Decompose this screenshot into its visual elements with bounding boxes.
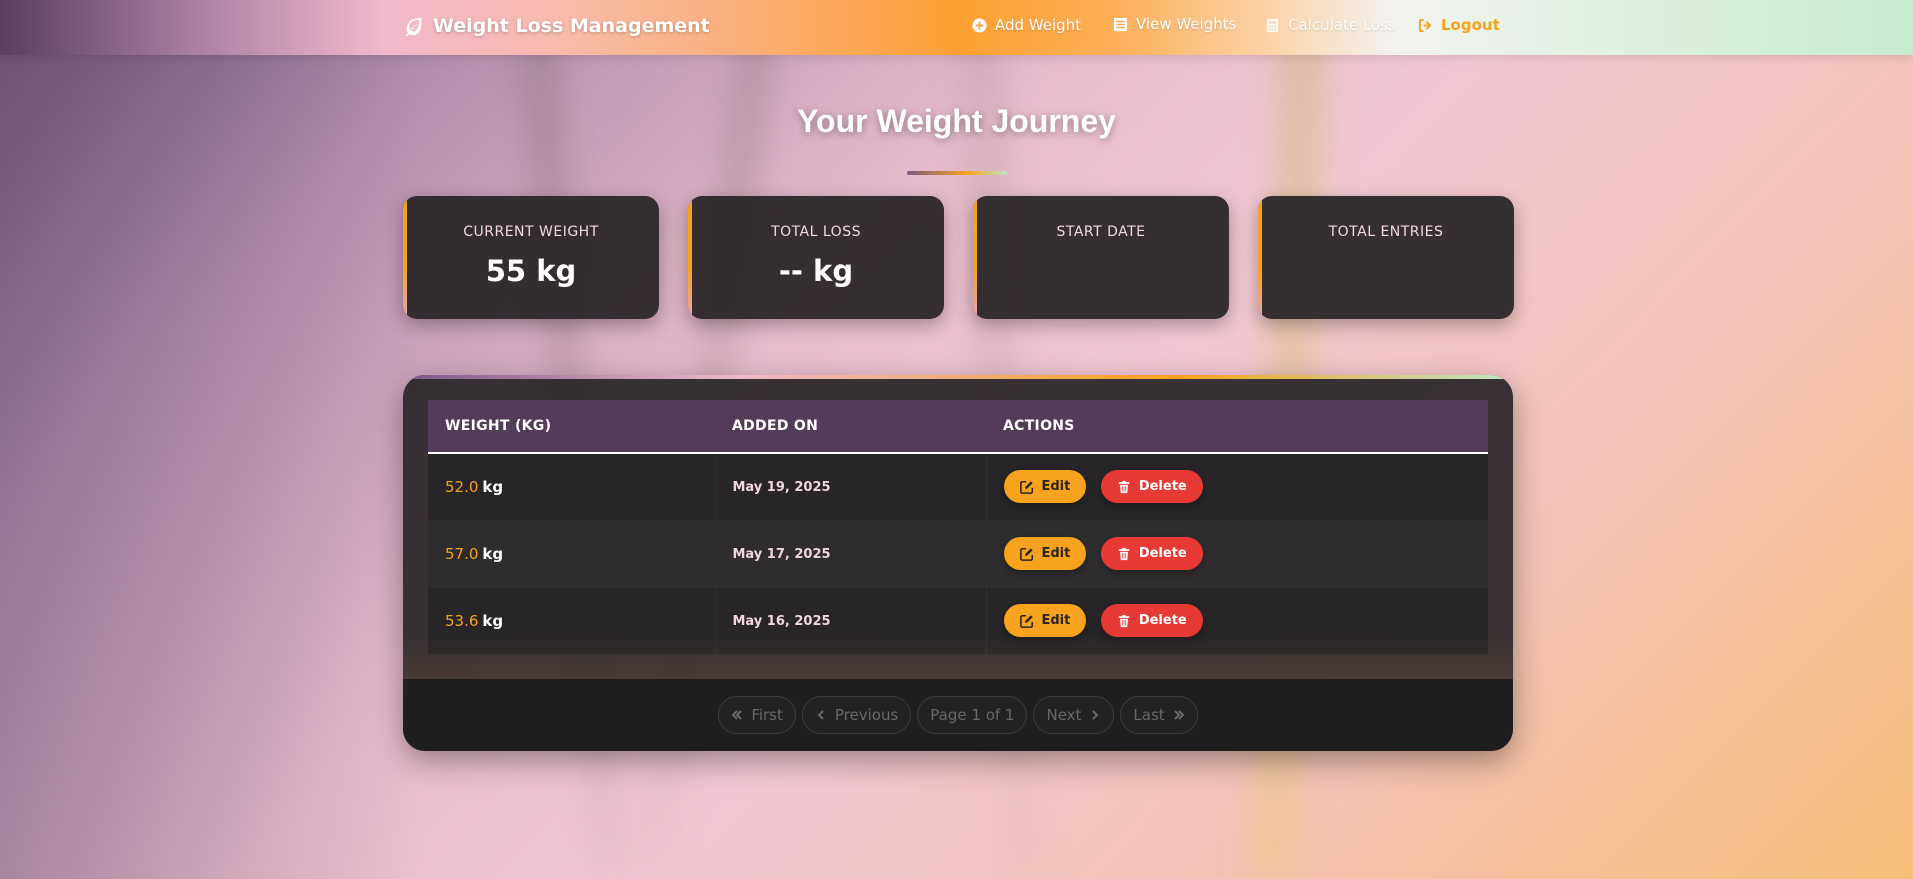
table-row: 57.0 kg May 17, 2025 Edit Delete [428,520,1488,588]
last-page-button[interactable]: Last [1120,696,1198,734]
weight-value: 57.0 [445,544,479,563]
edit-button-label: Edit [1041,546,1071,561]
weight-cell: 57.0 kg [428,520,716,588]
added-on-date: May 16, 2025 [732,613,831,629]
column-header-added-on: ADDED ON [715,400,986,454]
edit-button[interactable]: Edit [1003,604,1087,637]
edit-icon [1019,547,1033,561]
edit-button-label: Edit [1041,479,1071,495]
first-page-label: First [751,706,783,724]
delete-button-label: Delete [1138,479,1187,495]
page-indicator: Page 1 of 1 [917,696,1028,734]
column-header-actions: ACTIONS [986,400,1488,454]
nav-calculate-loss[interactable]: Calculate Loss [1265,16,1396,34]
list-icon [1113,17,1128,31]
stat-card-start-date: START DATE [973,196,1229,319]
trash-icon [1118,614,1130,627]
stat-label: START DATE [1056,224,1146,240]
last-page-label: Last [1133,706,1165,724]
stat-label: CURRENT WEIGHT [463,224,599,240]
weight-value: 52.0 [445,477,479,496]
stat-value: 55 kg [485,254,577,288]
page-info-label: Page 1 of 1 [930,706,1015,724]
column-header-weight: WEIGHT (KG) [428,400,715,454]
chevron-left-icon [817,710,824,720]
chevron-right-icon [1092,710,1099,720]
page-title: Your Weight Journey [797,103,1116,139]
sign-out-icon [1418,18,1432,32]
edit-button[interactable]: Edit [1003,537,1087,570]
delete-button[interactable]: Delete [1100,604,1203,637]
brand-link[interactable]: Weight Loss Management [403,15,710,37]
weight-unit: kg [482,477,504,496]
navbar: Weight Loss Management Add Weight View W… [0,0,1913,55]
table-row: 52.0 kg May 19, 2025 Edit Delete [428,453,1488,521]
leaf-icon [405,17,422,37]
weight-value: 53.6 [445,611,479,630]
previous-page-button[interactable]: Previous [801,696,912,734]
added-on-date: May 17, 2025 [732,546,831,562]
stat-card-total-loss: TOTAL LOSS -- kg [688,196,944,319]
added-on-date: May 19, 2025 [732,479,831,495]
delete-button-label: Delete [1138,546,1187,561]
edit-button-label: Edit [1041,613,1071,628]
plus-circle-icon [972,17,987,33]
nav-view-weights[interactable]: View Weights [1113,15,1236,33]
edit-icon [1019,614,1033,628]
double-chevron-right-icon [1173,710,1185,720]
stat-card-total-entries: TOTAL ENTRIES [1258,196,1514,319]
nav-view-weights-label: View Weights [1136,15,1237,33]
trash-icon [1118,480,1130,493]
double-chevron-left-icon [731,710,743,720]
stat-label: TOTAL ENTRIES [1328,224,1444,240]
actions-cell: Edit Delete [986,453,1488,521]
title-underline [907,171,1007,175]
calculator-icon [1266,18,1279,32]
weights-table-panel: WEIGHT (KG) ADDED ON ACTIONS 52.0 kg May … [403,375,1513,751]
pagination-bar: First Previous Page 1 of 1 Next Last [403,679,1513,751]
edit-icon [1019,480,1033,494]
stat-value: -- kg [778,254,854,288]
weight-cell: 52.0 kg [428,453,716,521]
delete-button-label: Delete [1138,613,1187,628]
brand-name: Weight Loss Management [433,15,710,37]
first-page-button[interactable]: First [718,696,796,734]
weight-unit: kg [482,544,504,563]
pagination: First Previous Page 1 of 1 Next Last [403,696,1513,734]
previous-page-label: Previous [834,706,899,724]
stat-label: TOTAL LOSS [771,224,861,240]
stat-card-current-weight: CURRENT WEIGHT 55 kg [403,196,659,319]
nav-logout[interactable]: Logout [1418,16,1500,34]
pager-glow [403,635,1513,679]
date-cell: May 19, 2025 [715,453,987,521]
weights-table: WEIGHT (KG) ADDED ON ACTIONS 52.0 kg May … [428,400,1488,655]
nav-logout-label: Logout [1441,16,1500,34]
weight-unit: kg [482,611,504,630]
trash-icon [1118,547,1130,560]
delete-button[interactable]: Delete [1100,470,1203,504]
next-page-button[interactable]: Next [1033,696,1115,734]
table-header-row: WEIGHT (KG) ADDED ON ACTIONS [428,400,1488,454]
edit-button[interactable]: Edit [1003,470,1087,504]
actions-cell: Edit Delete [986,520,1488,588]
delete-button[interactable]: Delete [1100,537,1203,570]
nav-calculate-loss-label: Calculate Loss [1288,16,1396,34]
weights-table-wrapper: WEIGHT (KG) ADDED ON ACTIONS 52.0 kg May … [428,400,1488,655]
nav-add-weight-label: Add Weight [995,16,1082,34]
nav-add-weight[interactable]: Add Weight [972,16,1081,34]
next-page-label: Next [1046,706,1082,724]
date-cell: May 17, 2025 [715,520,987,588]
